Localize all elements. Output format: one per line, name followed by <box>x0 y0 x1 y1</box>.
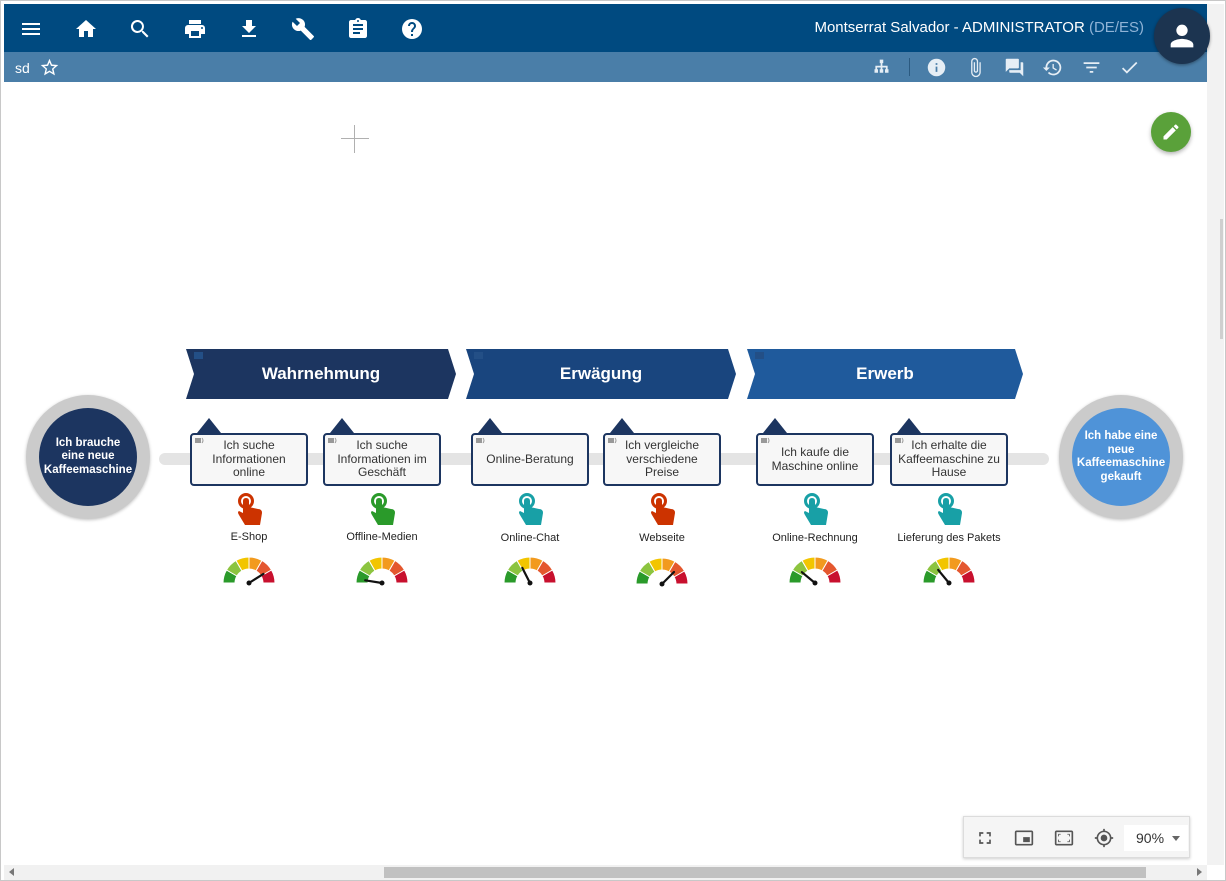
satisfaction-gauge[interactable] <box>353 554 411 586</box>
start-circle[interactable]: Ich brauche eine neue Kaffeemaschine <box>26 395 150 519</box>
scroll-right-icon[interactable] <box>1197 868 1202 876</box>
touchpoint-label[interactable]: Offline-Medien <box>322 531 442 543</box>
chevron-down-icon <box>1172 836 1180 841</box>
step-box[interactable]: Online-Beratung <box>471 433 589 486</box>
satisfaction-gauge[interactable] <box>920 554 978 586</box>
speech-icon <box>328 437 337 444</box>
edit-button[interactable] <box>1151 112 1191 152</box>
zoom-select[interactable]: 90% <box>1124 825 1188 851</box>
touchpoint-icon[interactable] <box>517 493 547 527</box>
locale-label: (DE/ES) <box>1088 19 1144 36</box>
end-label: Ich habe eine neue Kaffeemaschine gekauf… <box>1072 408 1170 506</box>
flag-icon <box>474 352 483 359</box>
touchpoint-icon[interactable] <box>936 493 966 527</box>
sitemap-icon[interactable] <box>869 55 893 79</box>
avatar-button[interactable] <box>1154 8 1210 64</box>
home-icon[interactable] <box>73 16 99 42</box>
touchpoint-icon[interactable] <box>236 493 266 527</box>
step-marker <box>897 418 921 433</box>
step-label: Ich vergleiche verschiedene Preise <box>624 438 700 480</box>
step-label: Online-Beratung <box>486 451 574 466</box>
touchpoint-label[interactable]: E-Shop <box>189 531 309 543</box>
attachment-icon[interactable] <box>963 55 987 79</box>
step-box[interactable]: Ich suche Informationen online <box>190 433 308 486</box>
step-box[interactable]: Ich kaufe die Maschine online <box>756 433 874 486</box>
pencil-icon <box>1163 124 1179 140</box>
toolbar-divider <box>909 58 910 76</box>
end-circle[interactable]: Ich habe eine neue Kaffeemaschine gekauf… <box>1059 395 1183 519</box>
satisfaction-gauge[interactable] <box>786 554 844 586</box>
wrench-icon[interactable] <box>290 16 316 42</box>
locate-icon[interactable] <box>1093 827 1115 849</box>
step-marker <box>478 418 502 433</box>
step-marker <box>610 418 634 433</box>
touchpoint-icon[interactable] <box>369 493 399 527</box>
comments-icon[interactable] <box>1002 55 1026 79</box>
phase-label: Erwägung <box>559 364 643 383</box>
fullscreen-icon[interactable] <box>974 827 996 849</box>
history-icon[interactable] <box>1040 55 1064 79</box>
phase-label: Erwerb <box>856 364 914 383</box>
phase-label: Wahrnehmung <box>261 364 381 383</box>
step-marker <box>330 418 354 433</box>
start-label: Ich brauche eine neue Kaffeemaschine <box>39 408 137 506</box>
horizontal-scrollbar[interactable] <box>4 865 1207 880</box>
horizontal-scrollbar-thumb[interactable] <box>384 867 1146 878</box>
touchpoint-label[interactable]: Online-Rechnung <box>755 532 875 544</box>
user-info: Montserrat Salvador - ADMINISTRATOR (DE/… <box>814 19 1144 36</box>
zoom-value: 90% <box>1136 830 1165 846</box>
app-window: Montserrat Salvador - ADMINISTRATOR (DE/… <box>0 0 1226 881</box>
touchpoint-label[interactable]: Lieferung des Pakets <box>889 532 1009 544</box>
step-marker <box>763 418 787 433</box>
step-label: Ich suche Informationen im Geschäft <box>337 438 427 480</box>
step-marker <box>197 418 221 433</box>
touchpoint-label[interactable]: Webseite <box>602 532 722 544</box>
check-icon[interactable] <box>1117 55 1141 79</box>
menu-icon[interactable] <box>18 16 44 42</box>
step-box[interactable]: Ich erhalte die Kaffeemaschine zu Hause <box>890 433 1008 486</box>
download-icon[interactable] <box>236 16 262 42</box>
speech-icon <box>195 437 204 444</box>
step-label: Ich kaufe die Maschine online <box>771 445 859 473</box>
filter-icon[interactable] <box>1079 55 1103 79</box>
touchpoint-icon[interactable] <box>649 493 679 527</box>
satisfaction-gauge[interactable] <box>633 555 691 587</box>
top-toolbar: Montserrat Salvador - ADMINISTRATOR (DE/… <box>4 4 1207 52</box>
document-name: sd <box>15 60 30 76</box>
flag-icon <box>194 352 203 359</box>
speech-icon <box>761 437 770 444</box>
step-label: Ich erhalte die Kaffeemaschine zu Hause <box>898 438 1000 480</box>
satisfaction-gauge[interactable] <box>220 554 278 586</box>
search-icon[interactable] <box>127 16 153 42</box>
document-toolbar: sd <box>4 52 1207 82</box>
step-box[interactable]: Ich suche Informationen im Geschäft <box>323 433 441 486</box>
star-icon[interactable] <box>37 55 61 79</box>
vertical-scrollbar-thumb[interactable] <box>1220 219 1223 339</box>
phase-erwerb[interactable]: Erwerb <box>747 349 1023 399</box>
fit-screen-icon[interactable] <box>1053 827 1075 849</box>
phase-wahrnehmung[interactable]: Wahrnehmung <box>186 349 456 399</box>
print-icon[interactable] <box>182 16 208 42</box>
scroll-left-icon[interactable] <box>9 868 14 876</box>
person-icon <box>1170 24 1194 48</box>
touchpoint-icon[interactable] <box>802 493 832 527</box>
crosshair-cursor <box>341 125 369 153</box>
speech-icon <box>895 437 904 444</box>
user-name: Montserrat Salvador - ADMINISTRATOR <box>814 19 1085 36</box>
speech-icon <box>476 437 485 444</box>
step-label: Ich suche Informationen online <box>212 438 286 480</box>
phase-erwaegung[interactable]: Erwägung <box>466 349 736 399</box>
clipboard-icon[interactable] <box>345 16 371 42</box>
step-box[interactable]: Ich vergleiche verschiedene Preise <box>603 433 721 486</box>
flag-icon <box>755 352 764 359</box>
speech-icon <box>608 437 617 444</box>
info-icon[interactable] <box>924 55 948 79</box>
picture-in-picture-icon[interactable] <box>1013 827 1035 849</box>
help-icon[interactable] <box>399 16 425 42</box>
vertical-scrollbar[interactable] <box>1207 4 1224 865</box>
zoom-toolbar: 90% <box>963 816 1190 858</box>
touchpoint-label[interactable]: Online-Chat <box>470 532 590 544</box>
satisfaction-gauge[interactable] <box>501 554 559 586</box>
